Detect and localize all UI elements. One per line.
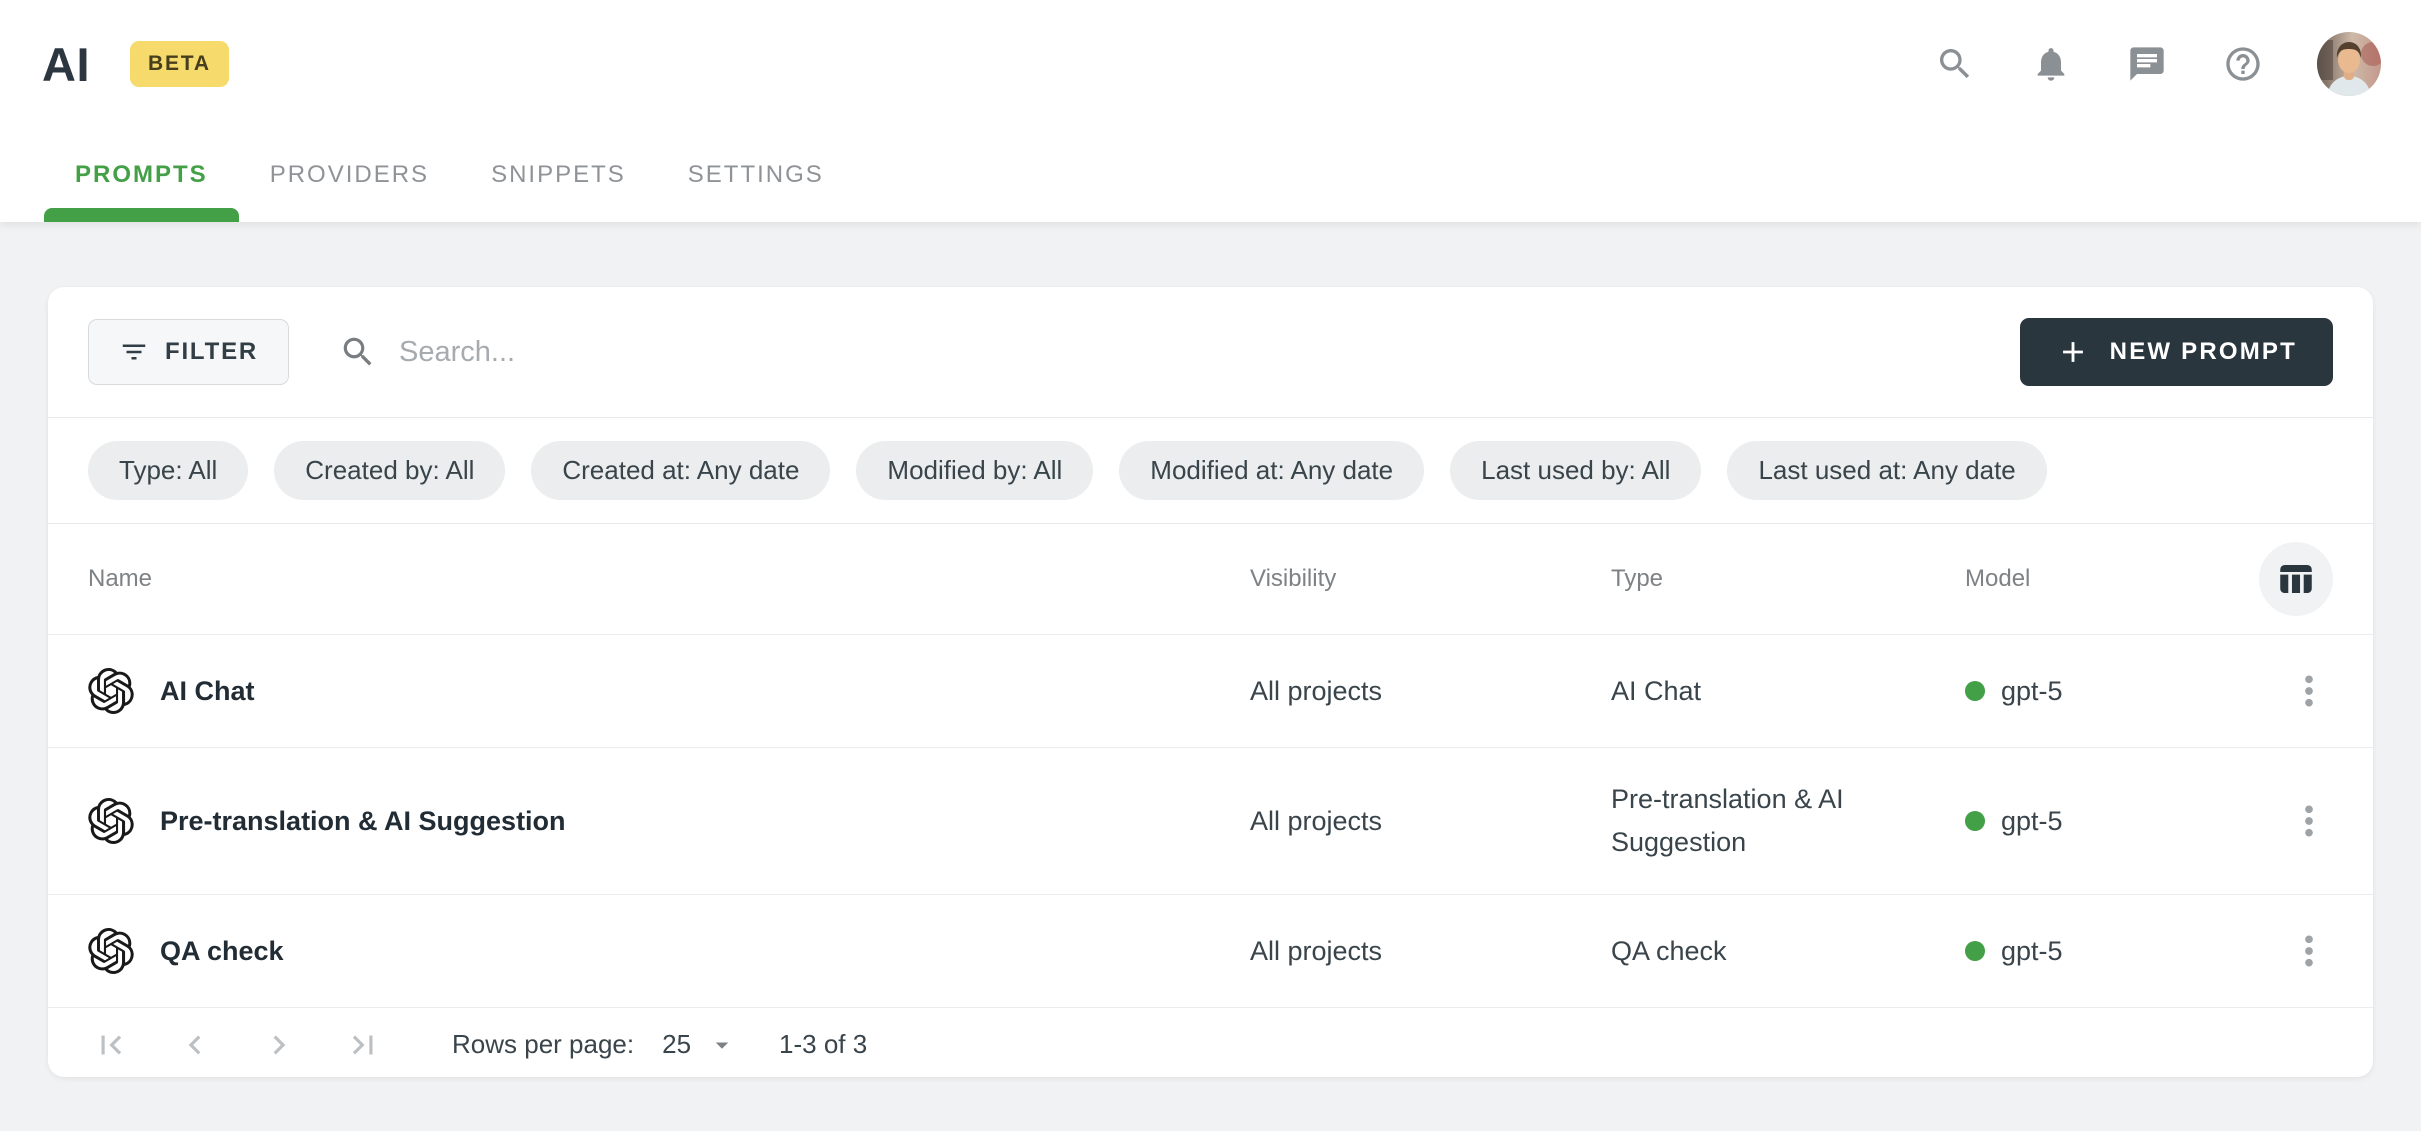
model-name: gpt-5 [2001,670,2063,713]
chip-created-by[interactable]: Created by: All [274,441,505,500]
openai-logo-icon [88,668,134,714]
table-row[interactable]: Pre-translation & AI Suggestion All proj… [48,747,2373,894]
column-header-type: Type [1611,565,1965,593]
chip-modified-at[interactable]: Modified at: Any date [1119,441,1424,500]
rows-per-page-value: 25 [662,1029,691,1060]
prompt-name: QA check [160,930,284,973]
bell-icon[interactable] [2029,42,2073,86]
first-page-icon[interactable] [88,1022,134,1068]
prompt-name: AI Chat [160,670,255,713]
chip-type[interactable]: Type: All [88,441,248,500]
app-logo: AI [42,37,90,92]
prompt-name-cell: Pre-translation & AI Suggestion [88,798,1250,844]
next-page-icon[interactable] [256,1022,302,1068]
tab-settings[interactable]: SETTINGS [657,128,855,222]
search-icon[interactable] [1933,42,1977,86]
chevron-down-icon [707,1030,737,1060]
header-actions [1933,32,2381,96]
app-header: AI BETA [0,0,2421,222]
pagination-bar: Rows per page: 25 1-3 of 3 [48,1007,2373,1077]
header-top-row: AI BETA [0,0,2421,128]
filter-chips-row: Type: All Created by: All Created at: An… [48,418,2373,523]
filter-button[interactable]: FILTER [88,319,289,385]
openai-logo-icon [88,798,134,844]
visibility-cell: All projects [1250,800,1611,843]
table-columns-icon[interactable] [2259,542,2333,616]
visibility-cell: All projects [1250,930,1611,973]
new-prompt-label: NEW PROMPT [2110,338,2297,366]
tab-settings-label: SETTINGS [688,161,824,189]
chip-modified-by[interactable]: Modified by: All [856,441,1093,500]
row-menu-icon[interactable] [2285,797,2333,845]
user-avatar[interactable] [2317,32,2381,96]
table-row[interactable]: AI Chat All projects AI Chat gpt-5 [48,634,2373,747]
tab-prompts[interactable]: PROMPTS [44,128,239,222]
search-input[interactable] [399,336,2020,369]
prompt-name-cell: QA check [88,928,1250,974]
model-status-dot [1965,811,1985,831]
row-menu-icon[interactable] [2285,667,2333,715]
tab-providers-label: PROVIDERS [270,161,429,189]
new-prompt-button[interactable]: NEW PROMPT [2020,318,2333,386]
tab-snippets[interactable]: SNIPPETS [460,128,657,222]
plus-icon [2056,335,2090,369]
column-header-visibility: Visibility [1250,565,1611,593]
last-page-icon[interactable] [340,1022,386,1068]
chat-icon[interactable] [2125,42,2169,86]
type-cell: QA check [1611,930,1965,973]
model-name: gpt-5 [2001,800,2063,843]
help-icon[interactable] [2221,42,2265,86]
table-header: Name Visibility Type Model [48,524,2373,634]
chip-created-at[interactable]: Created at: Any date [531,441,830,500]
row-menu-icon[interactable] [2285,927,2333,975]
prompts-card: FILTER NEW PROMPT Type: All Created by: … [48,287,2373,1077]
chip-last-used-by[interactable]: Last used by: All [1450,441,1701,500]
active-tab-indicator [44,208,239,222]
openai-logo-icon [88,928,134,974]
prompt-name: Pre-translation & AI Suggestion [160,800,566,843]
pagination-range: 1-3 of 3 [779,1029,867,1060]
tab-providers[interactable]: PROVIDERS [239,128,460,222]
search-box [339,333,2020,371]
beta-badge: BETA [130,41,229,87]
column-header-model: Model [1965,565,2230,593]
page-nav [88,1022,386,1068]
model-name: gpt-5 [2001,930,2063,973]
main-tabs: PROMPTS PROVIDERS SNIPPETS SETTINGS [0,128,2421,222]
filter-icon [119,337,149,367]
filter-button-label: FILTER [165,338,258,366]
main-content: FILTER NEW PROMPT Type: All Created by: … [0,222,2421,1077]
tab-prompts-label: PROMPTS [75,161,208,189]
search-field-icon [339,333,377,371]
table-row[interactable]: QA check All projects QA check gpt-5 [48,894,2373,1007]
model-status-dot [1965,941,1985,961]
model-status-dot [1965,681,1985,701]
toolbar: FILTER NEW PROMPT [48,287,2373,417]
model-cell: gpt-5 [1965,930,2230,973]
previous-page-icon[interactable] [172,1022,218,1068]
tab-snippets-label: SNIPPETS [491,161,626,189]
prompt-name-cell: AI Chat [88,668,1250,714]
type-cell: Pre-translation & AI Suggestion [1611,778,1965,864]
type-cell: AI Chat [1611,670,1965,713]
rows-per-page-select[interactable]: 25 [662,1029,737,1060]
model-cell: gpt-5 [1965,670,2230,713]
model-cell: gpt-5 [1965,800,2230,843]
rows-per-page-label: Rows per page: [452,1029,634,1060]
chip-last-used-at[interactable]: Last used at: Any date [1727,441,2046,500]
visibility-cell: All projects [1250,670,1611,713]
column-header-name: Name [88,565,1250,593]
